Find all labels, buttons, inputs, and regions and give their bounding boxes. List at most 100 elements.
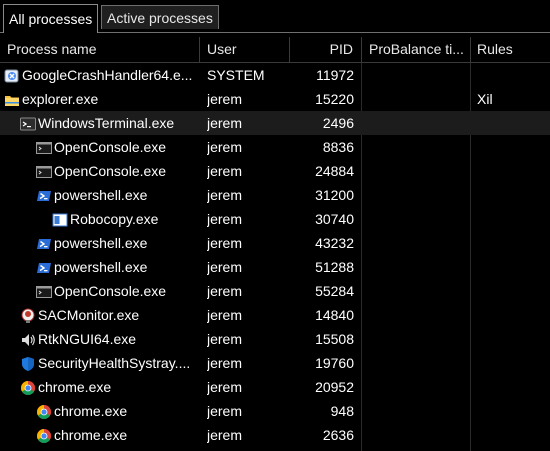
process-name-cell: SecurityHealthSystray.... — [0, 351, 200, 375]
process-rules — [477, 159, 547, 183]
column-process-name[interactable]: Process name — [0, 37, 200, 62]
process-probalance — [368, 135, 468, 159]
process-rules — [477, 183, 547, 207]
window-icon — [52, 211, 68, 227]
shield-icon — [20, 355, 36, 371]
process-pid: 31200 — [315, 187, 354, 203]
process-name: powershell.exe — [54, 235, 148, 251]
process-probalance — [368, 255, 468, 279]
process-user: jerem — [207, 163, 243, 179]
process-name-cell: OpenConsole.exe — [0, 159, 200, 183]
process-name-cell: GoogleCrashHandler64.e... — [0, 63, 200, 87]
process-user: jerem — [207, 211, 243, 227]
process-name: powershell.exe — [54, 187, 148, 203]
process-row[interactable]: OpenConsole.exe jerem 8836 — [0, 135, 550, 159]
process-probalance — [368, 183, 468, 207]
process-name: OpenConsole.exe — [54, 283, 167, 299]
terminal-icon — [20, 115, 36, 131]
powershell-icon — [36, 259, 52, 275]
process-row[interactable]: GoogleCrashHandler64.e... SYSTEM 11972 — [0, 63, 550, 87]
process-pid: 8836 — [322, 139, 354, 155]
process-pid: 2496 — [290, 111, 354, 135]
process-rules — [477, 63, 547, 87]
process-rules — [477, 375, 547, 399]
process-row[interactable]: powershell.exe jerem 43232 — [0, 231, 550, 255]
realtek-audio-icon — [20, 331, 36, 347]
process-name: SACMonitor.exe — [38, 307, 140, 323]
console-icon — [36, 283, 52, 299]
process-name-cell: powershell.exe — [0, 183, 200, 207]
column-probalance[interactable]: ProBalance ti... — [362, 37, 471, 62]
process-pid: 20952 — [315, 379, 354, 395]
process-probalance — [368, 351, 468, 375]
process-user: jerem — [207, 355, 243, 371]
process-row[interactable]: RtkNGUI64.exe jerem 15508 — [0, 327, 550, 351]
process-probalance — [368, 303, 468, 327]
process-name-cell: powershell.exe — [0, 255, 200, 279]
process-probalance — [368, 327, 468, 351]
process-rules — [477, 423, 547, 447]
process-user: jerem — [207, 403, 243, 419]
process-user: jerem — [207, 91, 243, 107]
process-pid: 948 — [330, 403, 354, 419]
process-row[interactable]: Robocopy.exe jerem 30740 — [0, 207, 550, 231]
process-row[interactable]: WindowsTerminal.exe jerem 2496 — [0, 111, 550, 135]
process-rules — [477, 303, 547, 327]
process-name: explorer.exe — [22, 91, 99, 107]
sac-monitor-icon — [20, 307, 36, 323]
column-pid[interactable]: PID — [290, 37, 362, 62]
process-probalance — [368, 375, 468, 399]
process-row[interactable]: chrome.exe jerem 948 — [0, 399, 550, 423]
process-user: jerem — [207, 187, 243, 203]
process-user: jerem — [207, 379, 243, 395]
tab-all-processes[interactable]: All processes — [3, 4, 99, 33]
process-user: jerem — [207, 283, 243, 299]
process-row[interactable]: powershell.exe jerem 31200 — [0, 183, 550, 207]
process-name: chrome.exe — [54, 403, 128, 419]
process-probalance — [368, 111, 468, 135]
process-pid: 14840 — [315, 307, 354, 323]
process-user: jerem — [207, 331, 243, 347]
process-pid: 2636 — [322, 427, 354, 443]
tab-bar: All processes Active processes — [0, 0, 550, 34]
process-pid: 30740 — [315, 211, 354, 227]
column-header: Process name User PID ProBalance ti... R… — [0, 37, 550, 63]
process-name: WindowsTerminal.exe — [38, 115, 175, 131]
process-name-cell: chrome.exe — [0, 375, 200, 399]
process-name: RtkNGUI64.exe — [38, 331, 137, 347]
process-name-cell: Robocopy.exe — [0, 207, 200, 231]
process-name: GoogleCrashHandler64.e... — [22, 67, 193, 83]
process-row[interactable]: chrome.exe jerem 2636 — [0, 423, 550, 447]
process-pid: 15508 — [315, 331, 354, 347]
process-row[interactable]: chrome.exe jerem 20952 — [0, 375, 550, 399]
process-row[interactable]: explorer.exe jerem 15220 Xil — [0, 87, 550, 111]
process-probalance — [368, 399, 468, 423]
process-probalance — [368, 87, 468, 111]
process-rules — [477, 279, 547, 303]
process-list: GoogleCrashHandler64.e... SYSTEM 11972 expl… — [0, 63, 550, 447]
process-name: chrome.exe — [54, 427, 128, 443]
process-row[interactable]: powershell.exe jerem 51288 — [0, 255, 550, 279]
tab-active-processes[interactable]: Active processes — [101, 5, 219, 29]
process-probalance — [368, 231, 468, 255]
process-user: jerem — [207, 111, 287, 135]
process-pid: 51288 — [315, 259, 354, 275]
process-row[interactable]: OpenConsole.exe jerem 55284 — [0, 279, 550, 303]
process-rules — [477, 327, 547, 351]
process-name-cell: OpenConsole.exe — [0, 279, 200, 303]
process-name-cell: OpenConsole.exe — [0, 135, 200, 159]
chrome-icon — [36, 427, 52, 443]
process-name-cell: chrome.exe — [0, 399, 200, 423]
process-row[interactable]: OpenConsole.exe jerem 24884 — [0, 159, 550, 183]
process-row[interactable]: SecurityHealthSystray.... jerem 19760 — [0, 351, 550, 375]
column-rules[interactable]: Rules — [471, 37, 550, 62]
powershell-icon — [36, 187, 52, 203]
process-rules — [477, 255, 547, 279]
process-probalance — [368, 159, 468, 183]
process-pid: 55284 — [315, 283, 354, 299]
process-name-cell: explorer.exe — [0, 87, 200, 111]
process-user: jerem — [207, 235, 243, 251]
column-user[interactable]: User — [200, 37, 290, 62]
process-row[interactable]: SACMonitor.exe jerem 14840 — [0, 303, 550, 327]
process-rules — [477, 135, 547, 159]
